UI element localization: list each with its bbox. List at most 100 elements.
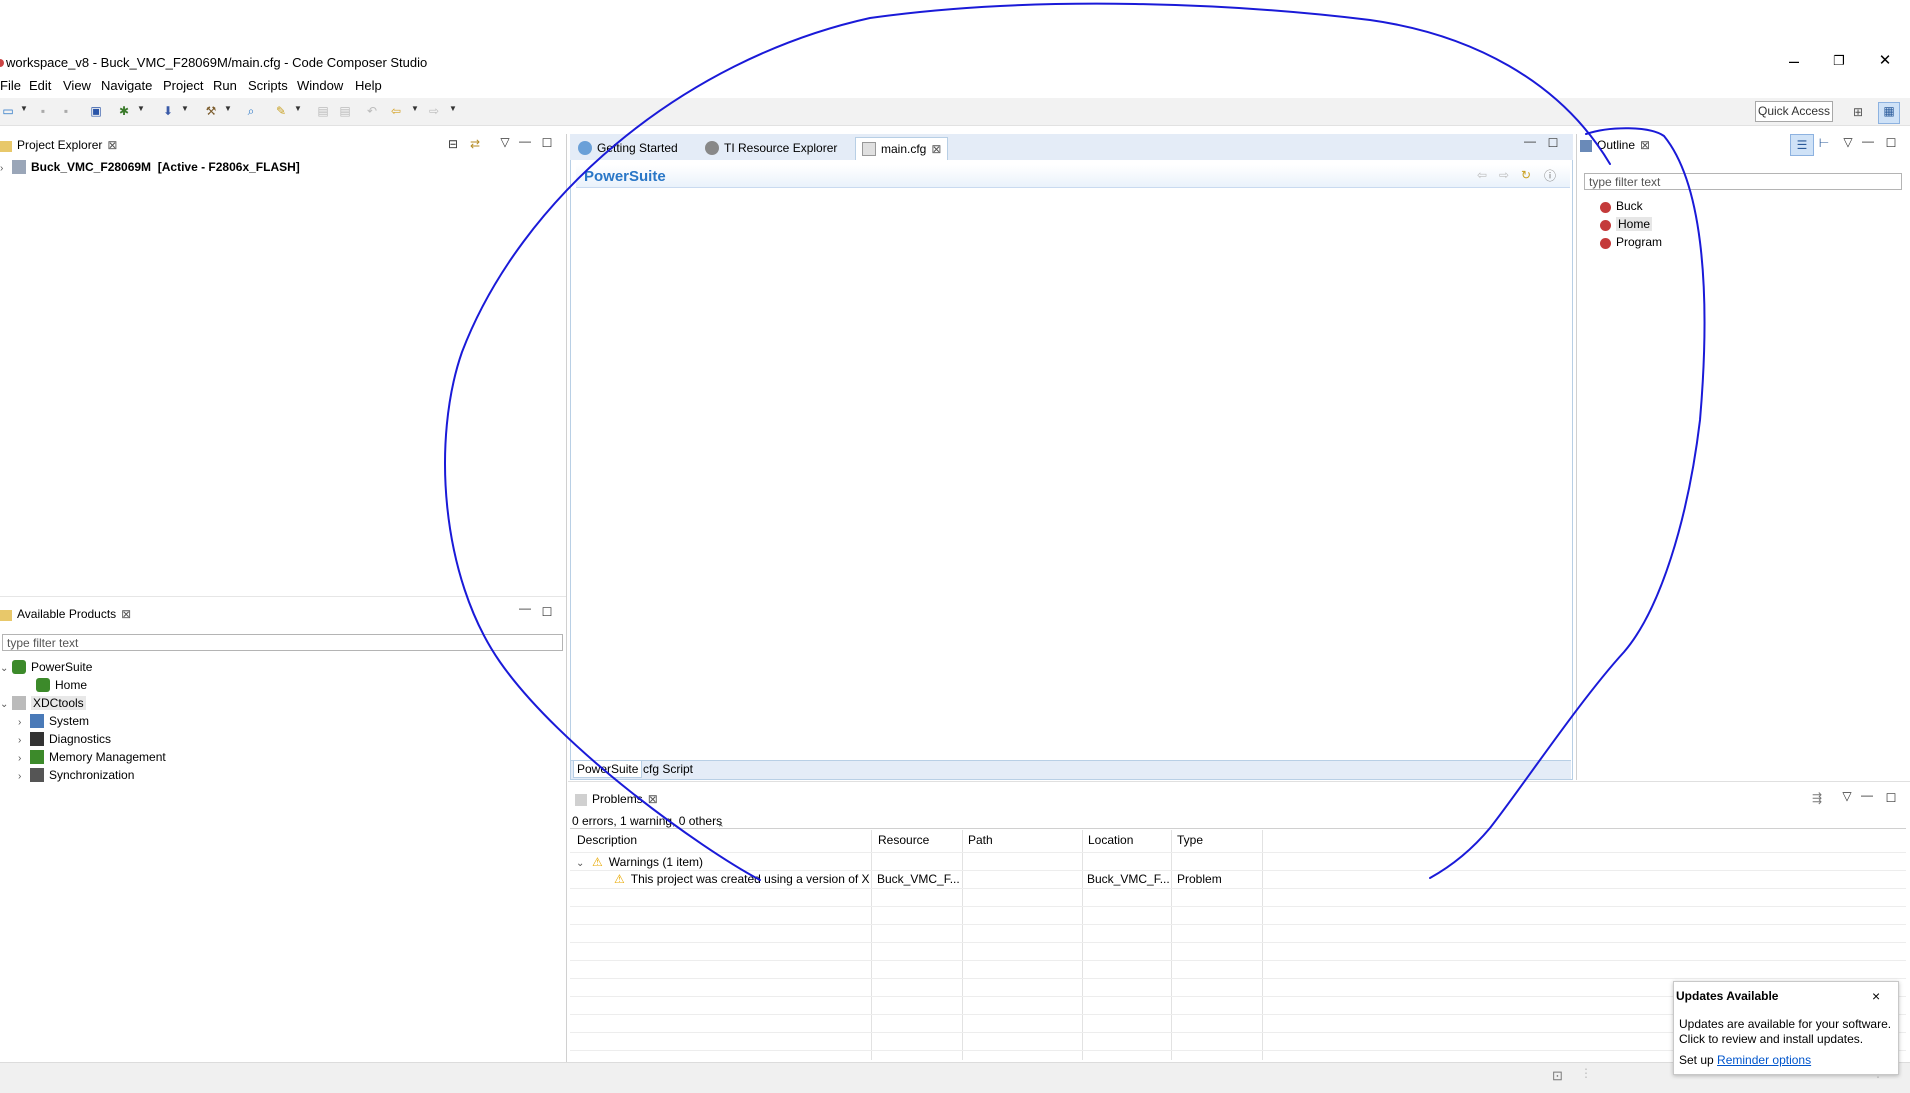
maximize-pane-icon[interactable]: ☐ [540,136,554,150]
maximize-pane-icon[interactable]: ☐ [1546,136,1560,150]
close-icon[interactable]: ⊠ [1640,138,1650,152]
tab-outline[interactable]: Outline ⊠ [1580,138,1650,152]
tree-item-sync[interactable]: › Synchronization [18,767,134,783]
tree-view-icon[interactable]: ⊢ [1817,136,1831,150]
maximize-pane-icon[interactable]: ☐ [1884,136,1898,150]
menu-view[interactable]: View [63,78,91,93]
project-row[interactable]: › Buck_VMC_F28069M [Active - F2806x_FLASH… [0,159,300,175]
left-splitter[interactable] [566,134,567,1062]
menu-window[interactable]: Window [297,78,343,93]
chevron-right-icon[interactable]: › [18,715,30,731]
search-icon[interactable]: ⌕ [243,103,259,119]
tab-powersuite[interactable]: PowerSuite [573,761,643,778]
back-icon[interactable]: ⇦ [388,103,404,119]
wand-icon[interactable]: ✎ [273,103,289,119]
back-dropdown-icon[interactable]: ▼ [411,104,419,113]
minimize-pane-icon[interactable]: — [1860,788,1874,802]
close-window-button[interactable]: ✕ [1865,48,1905,74]
col-path[interactable]: Path [968,833,993,847]
menu-file[interactable]: File [0,78,21,93]
view-menu-icon[interactable]: ▽ [1841,135,1855,149]
problems-group-warnings[interactable]: ⌄ ⚠ Warnings (1 item) [576,854,703,870]
tree-item-xdctools[interactable]: ⌄ XDCtools [0,695,86,711]
menu-edit[interactable]: Edit [29,78,51,93]
tab-cfg-script[interactable]: cfg Script [640,761,696,777]
save-icon[interactable]: ▪ [35,103,51,119]
menu-help[interactable]: Help [355,78,382,93]
next-annotation-icon[interactable]: ▤ [337,103,353,119]
close-icon[interactable]: × [1872,988,1880,1004]
minimize-pane-icon[interactable]: — [518,134,532,148]
col-resource[interactable]: Resource [878,833,929,847]
minimize-pane-icon[interactable]: — [518,601,532,615]
ccs-perspective-icon[interactable]: ▦ [1878,102,1900,124]
menu-run[interactable]: Run [213,78,237,93]
last-edit-icon[interactable]: ↶ [364,103,380,119]
chevron-right-icon[interactable]: › [0,161,12,177]
menu-scripts[interactable]: Scripts [248,78,288,93]
list-view-icon[interactable]: ☰ [1790,134,1814,156]
tree-item-memory[interactable]: › Memory Management [18,749,166,765]
forward-dropdown-icon[interactable]: ▼ [449,104,457,113]
close-icon[interactable]: ⊠ [931,142,941,156]
wand-dropdown-icon[interactable]: ▼ [294,104,302,113]
tree-item-home[interactable]: Home [36,677,87,693]
minimize-pane-icon[interactable]: — [1861,134,1875,148]
debug-dropdown-icon[interactable]: ▼ [137,104,145,113]
updates-tray-icon[interactable]: ⊡ [1552,1068,1563,1084]
menu-navigate[interactable]: Navigate [101,78,152,93]
col-type[interactable]: Type [1177,833,1203,847]
tree-item-diagnostics[interactable]: › Diagnostics [18,731,111,747]
minimize-pane-icon[interactable]: — [1523,134,1537,148]
load-icon[interactable]: ⬇ [160,103,176,119]
reminder-options-link[interactable]: Reminder options [1717,1053,1811,1067]
maximize-pane-icon[interactable]: ☐ [1884,791,1898,805]
collapse-all-icon[interactable]: ⊟ [446,137,460,151]
forward-icon[interactable]: ⇨ [1497,168,1511,182]
table-row[interactable]: ⚠ This project was created using a versio… [614,872,870,886]
tree-item-system[interactable]: › System [18,713,89,729]
popup-body[interactable]: Updates are available for your software.… [1679,1017,1895,1047]
close-icon[interactable]: ⊠ [121,607,131,621]
minimize-button[interactable]: – [1774,48,1814,74]
close-icon[interactable]: ⊠ [648,792,658,806]
link-editor-icon[interactable]: ⇄ [468,137,482,151]
refresh-icon[interactable]: ↻ [1519,168,1533,182]
terminal-icon[interactable]: ▣ [88,103,104,119]
load-dropdown-icon[interactable]: ▼ [181,104,189,113]
view-menu-icon[interactable]: ▽ [1840,789,1854,803]
outline-item-buck[interactable]: Buck [1600,198,1643,214]
chevron-down-icon[interactable]: ⌄ [576,856,588,872]
chevron-right-icon[interactable]: › [18,751,30,767]
tab-available-products[interactable]: Available Products ⊠ [0,607,131,621]
debug-icon[interactable]: ✱ [116,103,132,119]
chevron-right-icon[interactable]: › [18,769,30,785]
save-all-icon[interactable]: ▪ [58,103,74,119]
outline-filter-input[interactable]: type filter text [1584,173,1902,190]
build-icon[interactable]: ⚒ [203,103,219,119]
restore-button[interactable]: ❐ [1819,48,1859,74]
outline-item-home[interactable]: Home [1600,216,1653,232]
menu-project[interactable]: Project [163,78,203,93]
filter-icon[interactable]: ⇶ [1810,791,1824,805]
prev-annotation-icon[interactable]: ▤ [315,103,331,119]
tab-project-explorer[interactable]: Project Explorer ⊠ [0,138,117,152]
open-perspective-icon[interactable]: ⊞ [1850,104,1866,120]
chevron-down-icon[interactable]: ⌄ [0,697,12,713]
view-menu-icon[interactable]: ▽ [498,135,512,149]
close-icon[interactable]: ⊠ [107,138,117,152]
sort-up-icon[interactable]: ⌃ [717,823,725,834]
chevron-right-icon[interactable]: › [18,733,30,749]
tree-item-powersuite[interactable]: ⌄ PowerSuite [0,659,92,675]
new-dropdown-icon[interactable]: ▼ [20,104,28,113]
build-dropdown-icon[interactable]: ▼ [224,104,232,113]
forward-icon[interactable]: ⇨ [426,103,442,119]
products-filter-input[interactable]: type filter text [2,634,563,651]
chevron-down-icon[interactable]: ⌄ [0,661,12,677]
tab-problems[interactable]: Problems ⊠ [575,792,658,806]
tab-ti-resource-explorer[interactable]: TI Resource Explorer [699,137,843,159]
col-description[interactable]: Description [577,833,637,847]
outline-item-program[interactable]: Program [1600,234,1662,250]
quick-access-field[interactable]: Quick Access [1755,101,1833,122]
tab-main-cfg[interactable]: main.cfg ⊠ [855,137,949,160]
